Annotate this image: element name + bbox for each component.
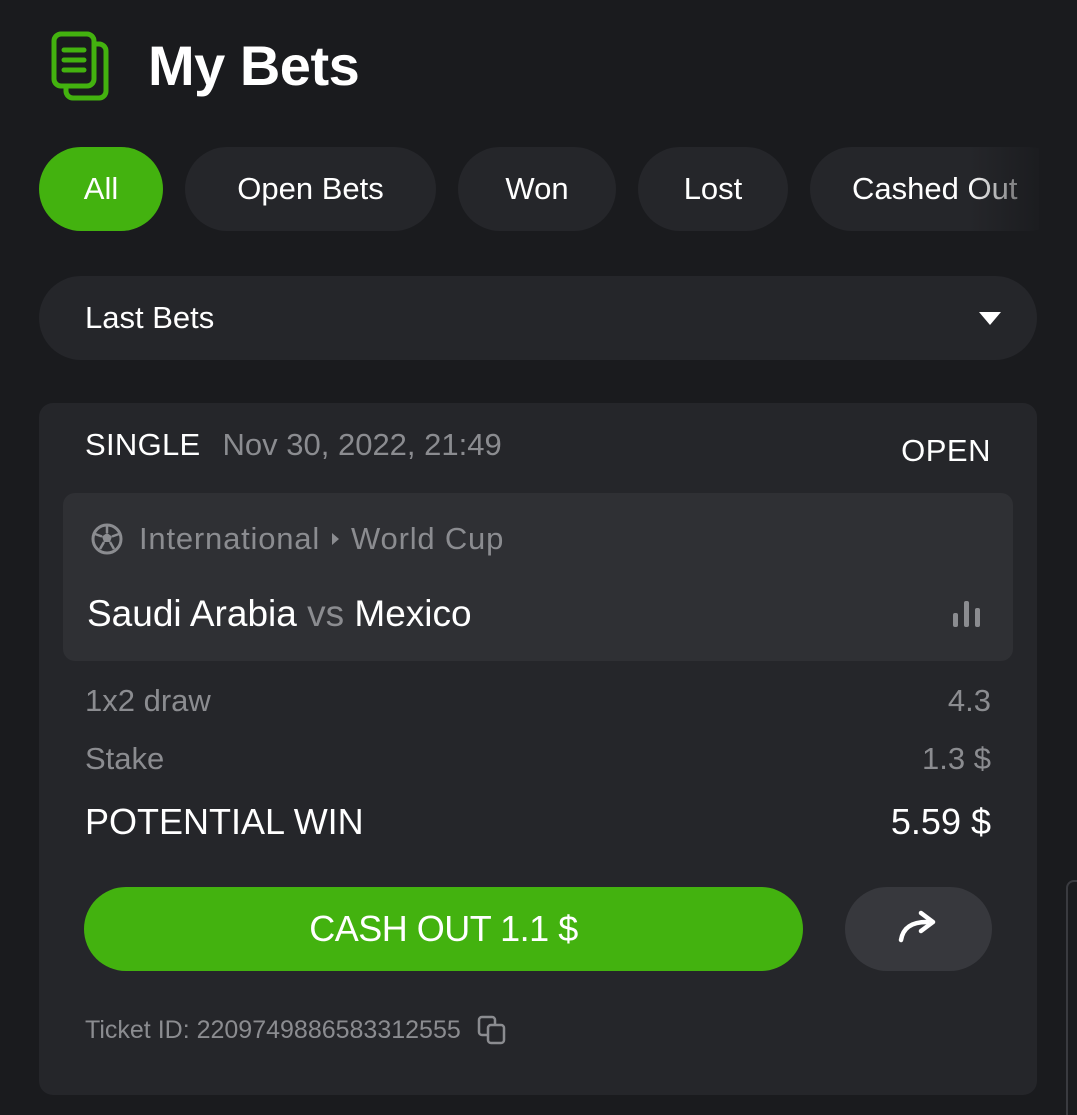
cash-out-button[interactable]: CASH OUT 1.1 $ xyxy=(84,887,803,971)
potential-win-value: 5.59 $ xyxy=(890,801,991,842)
stake-value: 1.3 $ xyxy=(922,741,991,776)
bet-type: SINGLE xyxy=(85,427,201,462)
league-country: International xyxy=(139,521,321,556)
chevron-right-icon xyxy=(332,533,340,545)
soccer-ball-icon xyxy=(91,523,123,555)
bet-card-header: SINGLE Nov 30, 2022, 21:49 xyxy=(85,427,502,463)
league-competition: World Cup xyxy=(351,521,505,556)
dropdown-selected-value: Last Bets xyxy=(85,300,215,335)
league-breadcrumb: International World Cup xyxy=(91,521,504,557)
market-label: 1x2 draw xyxy=(85,683,211,718)
ticket-id-row: Ticket ID: 2209749886583312555 xyxy=(85,1015,507,1045)
filter-all[interactable]: All xyxy=(39,147,163,231)
market-odds: 4.3 xyxy=(947,683,991,718)
bet-date: Nov 30, 2022, 21:49 xyxy=(222,427,502,462)
bets-document-icon xyxy=(50,30,112,102)
my-bets-page: My Bets All Open Bets Won Lost Cashed Ou… xyxy=(0,0,1077,1115)
away-team: Mexico xyxy=(354,593,472,634)
home-team: Saudi Arabia xyxy=(87,593,297,634)
share-button[interactable] xyxy=(845,887,992,971)
share-arrow-icon xyxy=(897,910,941,949)
filter-lost[interactable]: Lost xyxy=(638,147,788,231)
filter-open-bets[interactable]: Open Bets xyxy=(185,147,436,231)
bet-status-badge: OPEN xyxy=(901,433,991,468)
copy-icon[interactable] xyxy=(477,1015,507,1045)
match-title: Saudi Arabia vs Mexico xyxy=(87,593,472,635)
market-row: 1x2 draw 4.3 xyxy=(85,683,991,719)
filter-tabs: All Open Bets Won Lost Cashed Out xyxy=(39,147,1039,231)
page-title: My Bets xyxy=(148,34,360,97)
bets-period-dropdown[interactable]: Last Bets xyxy=(39,276,1037,360)
filter-cashed-out[interactable]: Cashed Out xyxy=(810,147,1039,231)
bet-card: SINGLE Nov 30, 2022, 21:49 OPEN Internat… xyxy=(39,403,1037,1095)
stats-bar-chart-icon[interactable] xyxy=(951,599,983,627)
potential-win-row: POTENTIAL WIN 5.59 $ xyxy=(85,801,991,843)
vs-separator: vs xyxy=(307,593,345,634)
filter-won[interactable]: Won xyxy=(458,147,616,231)
caret-down-icon xyxy=(979,311,1001,325)
potential-win-label: POTENTIAL WIN xyxy=(85,801,364,842)
event-box[interactable]: International World Cup Saudi Arabia vs … xyxy=(63,493,1013,661)
header: My Bets xyxy=(50,28,360,103)
side-panel-edge xyxy=(1066,880,1077,1115)
stake-label: Stake xyxy=(85,741,165,776)
ticket-id: Ticket ID: 2209749886583312555 xyxy=(85,1015,461,1044)
stake-row: Stake 1.3 $ xyxy=(85,741,991,777)
